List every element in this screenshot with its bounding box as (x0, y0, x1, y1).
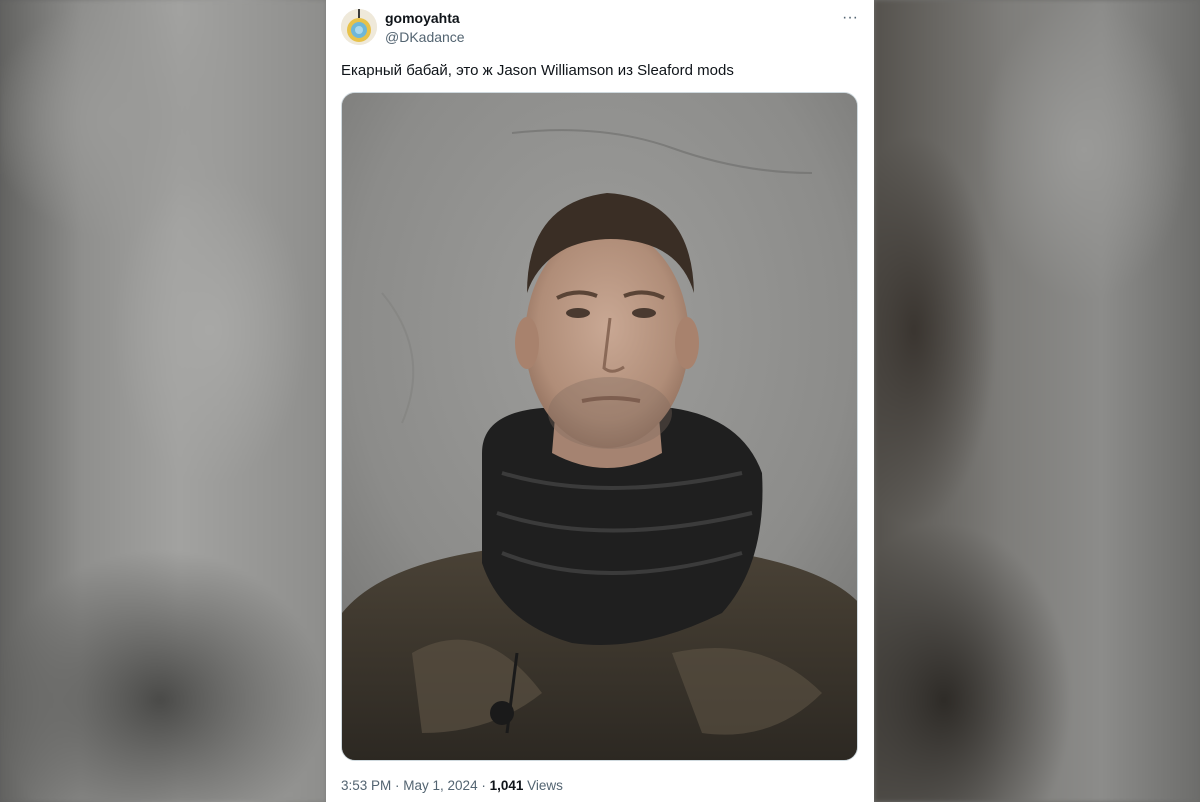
meta-separator: · (391, 778, 404, 793)
blurred-background-right (874, 0, 1200, 802)
tweet-photo[interactable] (341, 92, 858, 761)
tweet-text: Екарный бабай, это ж Jason Williamson из… (341, 62, 734, 79)
more-options-icon[interactable]: ··· (836, 8, 864, 28)
author-display-name[interactable]: gomoyahta (385, 10, 460, 27)
author-handle[interactable]: @DKadance (385, 29, 465, 46)
tweet-date[interactable]: May 1, 2024 (403, 778, 477, 793)
avatar-icon (341, 9, 377, 45)
views-label: Views (527, 778, 563, 793)
meta-separator: · (477, 778, 490, 793)
portrait-photo (342, 93, 857, 760)
tweet-time[interactable]: 3:53 PM (341, 778, 391, 793)
tweet-card: gomoyahta @DKadance ··· Екарный бабай, э… (326, 0, 874, 802)
views-count: 1,041 (489, 778, 524, 793)
tweet-metadata: 3:53 PM · May 1, 2024 · 1,041 Views (341, 777, 563, 794)
screenshot-stage: gomoyahta @DKadance ··· Екарный бабай, э… (0, 0, 1200, 802)
blurred-background-left (0, 0, 326, 802)
avatar[interactable] (341, 9, 377, 45)
